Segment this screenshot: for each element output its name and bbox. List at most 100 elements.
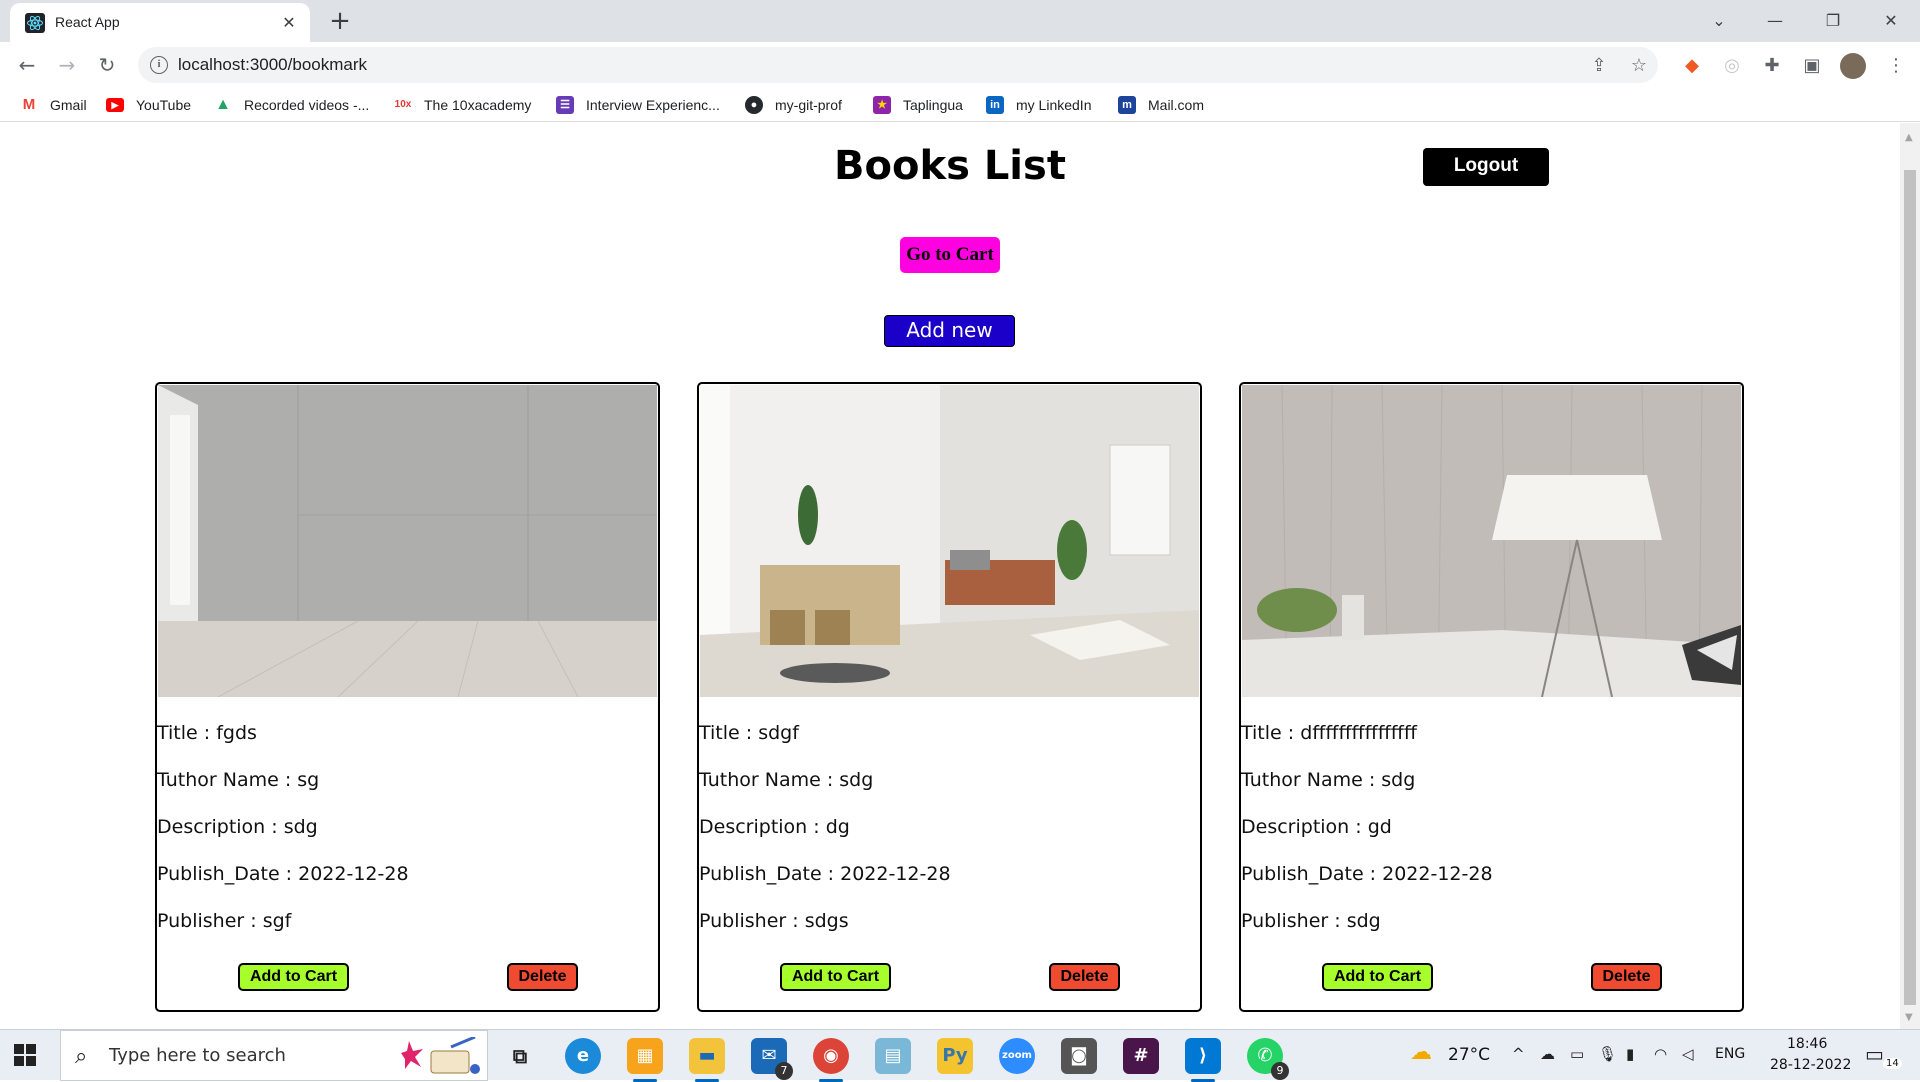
store-icon[interactable]: ▦	[627, 1038, 663, 1082]
forward-icon[interactable]: →	[52, 50, 82, 80]
add-to-cart-button[interactable]: Add to Cart	[238, 963, 349, 991]
battery-icon[interactable]: ▮	[1626, 1045, 1634, 1063]
search-highlight-art	[401, 1037, 480, 1074]
chevron-up-icon[interactable]: ^	[1512, 1045, 1525, 1063]
puzzle-icon[interactable]: ✚	[1760, 54, 1784, 78]
taskbar: ⌕ Type here to search ⧉ e ▦ ▬ ✉ 7 ◉ ▤ Py …	[0, 1029, 1920, 1082]
side-panel-icon[interactable]: ▣	[1800, 54, 1824, 78]
reload-icon[interactable]: ↻	[92, 50, 122, 80]
book-author: Tuthor Name : sdg	[699, 769, 874, 791]
bookmarks-bar: M Gmail ▶ YouTube ▲ Recorded videos -...…	[0, 88, 1920, 122]
back-icon[interactable]: ←	[12, 50, 42, 80]
whatsapp-icon[interactable]: ✆ 9	[1247, 1038, 1289, 1080]
book-publisher: Publisher : sdgs	[699, 910, 849, 932]
profile-avatar[interactable]	[1840, 53, 1866, 79]
bookmark-mailcom[interactable]: m Mail.com	[1118, 94, 1204, 116]
language-indicator[interactable]: ENG	[1715, 1046, 1745, 1062]
bookmark-taplingua[interactable]: ★ Taplingua	[873, 94, 963, 116]
notepad-icon[interactable]: ▤	[875, 1038, 911, 1074]
logout-button[interactable]: Logout	[1423, 148, 1549, 186]
add-new-book-button[interactable]: Add new Book	[884, 315, 1015, 371]
add-to-cart-button[interactable]: Add to Cart	[780, 963, 891, 991]
add-to-cart-button[interactable]: Add to Cart	[1322, 963, 1433, 991]
extension-icon[interactable]: ◎	[1720, 54, 1744, 78]
vscode-icon[interactable]: ⟩	[1185, 1038, 1221, 1082]
zoom-icon[interactable]: zoom	[999, 1038, 1035, 1074]
microphone-icon[interactable]: 🎙	[1598, 1045, 1617, 1063]
browser-tab[interactable]: React App ✕	[10, 3, 310, 42]
delete-button[interactable]: Delete	[1591, 963, 1662, 991]
delete-button[interactable]: Delete	[1049, 963, 1120, 991]
clock-date[interactable]: 28-12-2022	[1770, 1057, 1851, 1073]
volume-icon[interactable]: ◁	[1682, 1045, 1694, 1063]
gmail-icon: M	[20, 96, 38, 114]
minimize-button[interactable]: —	[1752, 6, 1798, 36]
scrollbar-thumb[interactable]	[1904, 170, 1916, 1005]
book-publisher: Publisher : sdg	[1241, 910, 1381, 932]
book-card: Title : sdgf Tuthor Name : sdg Descripti…	[697, 382, 1202, 1012]
chrome-icon[interactable]: ◉	[813, 1038, 849, 1082]
taskbar-search-box[interactable]: ⌕ Type here to search	[60, 1030, 488, 1081]
bookmark-recorded-videos[interactable]: ▲ Recorded videos -...	[214, 94, 369, 116]
close-tab-icon[interactable]: ✕	[278, 12, 300, 34]
whatsapp-badge: 9	[1271, 1062, 1289, 1080]
windows-start-icon[interactable]	[14, 1044, 36, 1066]
url-text[interactable]: localhost:3000/bookmark	[178, 55, 367, 75]
browser-toolbar: ← → ↻ i localhost:3000/bookmark ⇪ ☆ ◆ ◎ …	[0, 42, 1920, 88]
search-icon: ⌕	[75, 1044, 88, 1069]
site-info-icon[interactable]: i	[150, 56, 168, 74]
bookmark-interview-experience[interactable]: ☰ Interview Experienc...	[556, 94, 720, 116]
close-window-button[interactable]: ✕	[1868, 6, 1914, 36]
book-publish-date: Publish_Date : 2022-12-28	[1241, 863, 1493, 885]
bookmark-my-git-prof[interactable]: ● my-git-prof	[745, 94, 842, 116]
file-explorer-icon[interactable]: ▬	[689, 1038, 725, 1082]
living-room-image	[700, 385, 1199, 697]
wifi-icon[interactable]: ◠	[1654, 1045, 1667, 1063]
bookmark-gmail[interactable]: M Gmail	[20, 94, 87, 116]
edge-icon[interactable]: e	[565, 1038, 601, 1074]
meet-now-icon[interactable]: ▭	[1570, 1045, 1584, 1063]
bookmark-youtube[interactable]: ▶ YouTube	[106, 94, 191, 116]
page-viewport: Books List Logout Go to Cart Add new Boo…	[0, 123, 1900, 1029]
tab-search-icon[interactable]: ⌄	[1696, 6, 1742, 36]
book-author: Tuthor Name : sdg	[1241, 769, 1416, 791]
lamp-interior-image	[1242, 385, 1741, 697]
book-publisher: Publisher : sgf	[157, 910, 292, 932]
python-icon[interactable]: Py	[937, 1038, 973, 1074]
onedrive-icon[interactable]: ☁	[1540, 1045, 1555, 1063]
address-bar[interactable]: i localhost:3000/bookmark ⇪ ☆	[138, 47, 1658, 83]
extension-icon[interactable]: ◆	[1680, 54, 1704, 78]
book-description: Description : sdg	[157, 816, 318, 838]
book-title: Title : dffffffffffffffff	[1241, 722, 1417, 744]
scroll-up-arrow-icon[interactable]: ▲	[1905, 132, 1913, 143]
book-description: Description : gd	[1241, 816, 1392, 838]
google-drive-icon: ▲	[215, 96, 231, 113]
restore-button[interactable]: ❐	[1810, 6, 1856, 36]
delete-button[interactable]: Delete	[507, 963, 578, 991]
taplingua-icon: ★	[873, 96, 891, 114]
share-icon[interactable]: ⇪	[1588, 55, 1610, 77]
notification-count: 14	[1883, 1058, 1902, 1069]
new-tab-button[interactable]: +	[326, 8, 354, 36]
bookmark-linkedin[interactable]: in my LinkedIn	[986, 94, 1091, 116]
slack-icon[interactable]: #	[1123, 1038, 1159, 1074]
notifications-icon[interactable]: ▭	[1865, 1042, 1884, 1066]
mailcom-icon: m	[1118, 96, 1136, 114]
tab-strip: React App ✕ + ⌄ — ❐ ✕	[0, 0, 1920, 42]
clock-time[interactable]: 18:46	[1787, 1036, 1827, 1052]
bookmark-10xacademy[interactable]: 10x The 10xacademy	[394, 94, 532, 116]
youtube-icon: ▶	[106, 98, 124, 112]
camera-icon[interactable]: ◙	[1061, 1038, 1097, 1074]
mail-icon[interactable]: ✉ 7	[751, 1038, 793, 1080]
scroll-down-arrow-icon[interactable]: ▼	[1905, 1012, 1913, 1023]
menu-icon[interactable]: ⋮	[1884, 54, 1908, 78]
temperature[interactable]: 27°C	[1448, 1045, 1490, 1065]
go-to-cart-button[interactable]: Go to Cart	[900, 237, 1000, 273]
book-publish-date: Publish_Date : 2022-12-28	[157, 863, 409, 885]
bookmark-star-icon[interactable]: ☆	[1628, 55, 1650, 77]
book-card: Title : dffffffffffffffff Tuthor Name : …	[1239, 382, 1744, 1012]
weather-icon[interactable]: ☁	[1410, 1040, 1432, 1065]
book-publish-date: Publish_Date : 2022-12-28	[699, 863, 951, 885]
book-title: Title : fgds	[157, 722, 257, 744]
task-view-icon[interactable]: ⧉	[502, 1038, 538, 1074]
